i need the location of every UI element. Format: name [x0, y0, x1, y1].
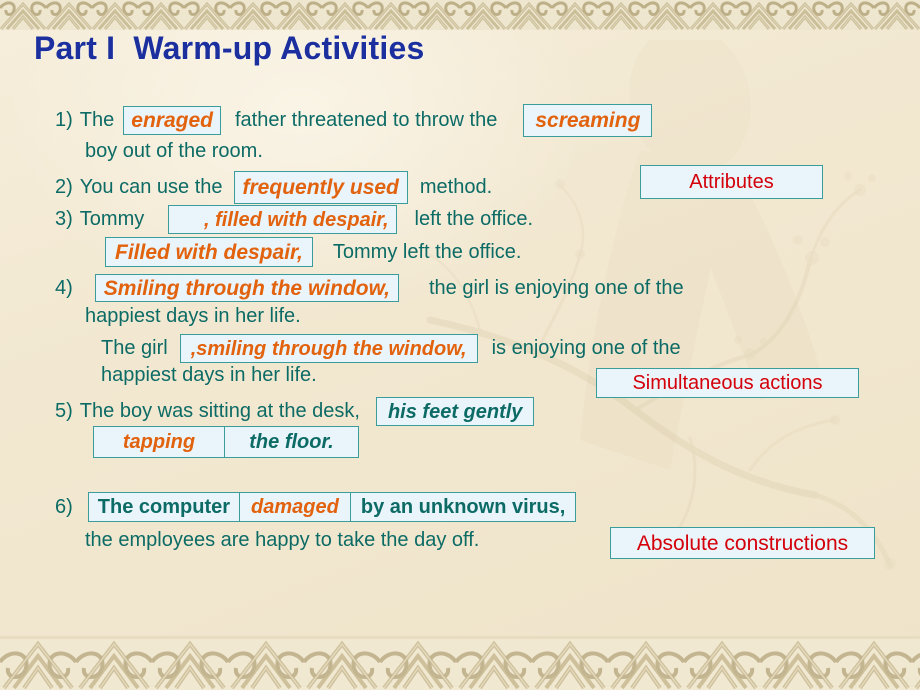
highlight-filled-with-despair-mid[interactable]: , filled with despair, [168, 205, 397, 234]
label-simultaneous-actions[interactable]: Simultaneous actions [596, 368, 859, 398]
slide-canvas: Part I Warm-up Activities 1) The enraged… [0, 0, 920, 690]
highlight-screaming[interactable]: screaming [523, 104, 653, 137]
item-number-6: 6) [55, 495, 73, 518]
highlight-his-feet-gently[interactable]: his feet gently [375, 397, 535, 426]
item-4-text-a: the girl is enjoying one of the [428, 276, 684, 299]
list-item-1: 1) The enraged father threatened to thro… [55, 104, 653, 137]
item-3-text-b: left the office. [414, 208, 534, 230]
label-absolute-constructions[interactable]: Absolute constructions [610, 527, 875, 559]
highlight-by-unknown-virus[interactable]: by an unknown virus, [349, 492, 577, 522]
highlight-tapping[interactable]: tapping [93, 426, 225, 458]
list-item-6: 6) The computer damaged by an unknown vi… [55, 492, 577, 522]
item-2-text-a: You can use the [79, 176, 223, 198]
item-4-alternate: The girl ,smiling through the window, is… [101, 334, 681, 363]
highlight-damaged[interactable]: damaged [239, 492, 351, 522]
item-number-2: 2) [55, 176, 73, 198]
item-6-continuation-text: the employees are happy to take the day … [85, 529, 480, 551]
list-item-4: 4) Smiling through the window, the girl … [55, 274, 684, 302]
page-title: Part I Warm-up Activities [34, 30, 425, 66]
item-4-alternate-continuation: happiest days in her life. [101, 364, 317, 387]
item-number-5: 5) [55, 400, 73, 422]
item-4-alt-text-a: The girl [101, 337, 168, 359]
item-number-1: 1) [55, 109, 73, 131]
item-6-continuation: the employees are happy to take the day … [85, 529, 479, 552]
item-3-alternate-text: Tommy left the office. [332, 240, 522, 263]
highlight-smiling-through-window-mid[interactable]: ,smiling through the window, [179, 334, 478, 363]
list-item-5: 5) The boy was sitting at the desk, his … [55, 397, 535, 426]
item-1-text-b: father threatened to throw the [234, 109, 498, 131]
item-4-alt-text-b: is enjoying one of the [491, 337, 681, 359]
item-number-3: 3) [55, 208, 73, 230]
list-item-3: 3) Tommy , filled with despair, left the… [55, 205, 533, 234]
item-1-text-a: The [79, 109, 115, 131]
highlight-frequently-used[interactable]: frequently used [233, 171, 408, 204]
highlight-the-computer[interactable]: The computer [87, 492, 241, 522]
item-4-continuation-text: happiest days in her life. [85, 305, 301, 327]
item-2-text-b: method. [419, 176, 493, 198]
label-attributes[interactable]: Attributes [640, 165, 823, 199]
highlight-smiling-through-window-front[interactable]: Smiling through the window, [94, 274, 399, 302]
slide-content: Part I Warm-up Activities 1) The enraged… [0, 0, 920, 690]
item-1-continuation-text: boy out of the room. [85, 140, 263, 162]
item-5-continuation: tapping the floor. [93, 426, 359, 458]
item-1-continuation: boy out of the room. [85, 140, 263, 163]
highlight-filled-with-despair-front[interactable]: Filled with despair, [105, 237, 313, 267]
item-3-text-a: Tommy [79, 208, 145, 230]
item-4-continuation: happiest days in her life. [85, 305, 301, 328]
highlight-enraged[interactable]: enraged [123, 106, 221, 135]
item-number-4: 4) [55, 276, 73, 299]
item-5-text-a: The boy was sitting at the desk, [79, 400, 360, 422]
highlight-the-floor[interactable]: the floor. [224, 426, 359, 458]
item-3-alternate: Filled with despair, Tommy left the offi… [105, 237, 521, 267]
item-4-alt-continuation-text: happiest days in her life. [101, 364, 317, 386]
list-item-2: 2) You can use the frequently used metho… [55, 171, 492, 204]
